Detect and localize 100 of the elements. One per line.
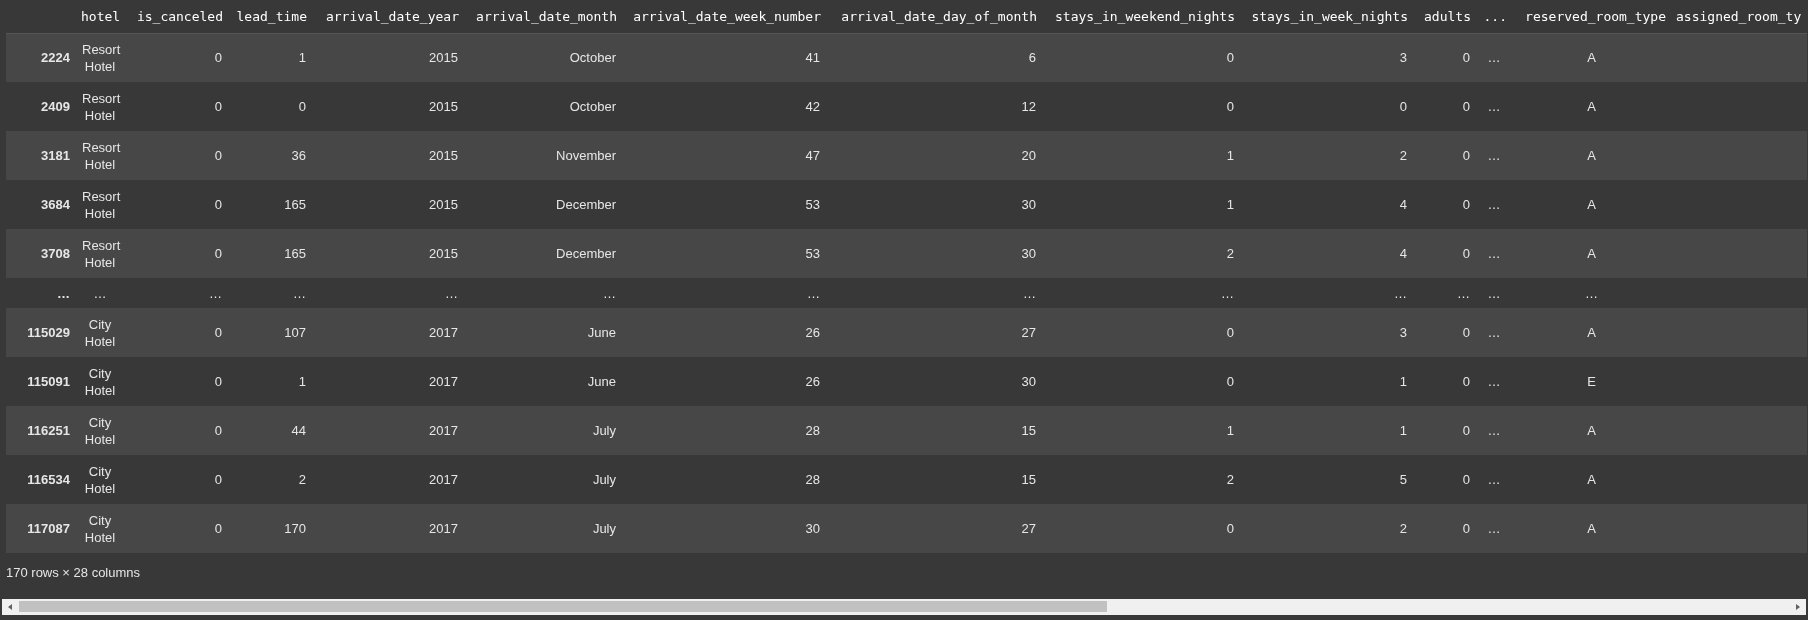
table-cell: … — [1476, 504, 1512, 553]
table-cell: City Hotel — [76, 455, 124, 504]
table-cell: 0 — [124, 229, 228, 278]
table-cell: 4 — [1240, 229, 1413, 278]
table-cell: 53 — [622, 229, 826, 278]
row-index: 115091 — [6, 357, 76, 406]
table-cell: … — [1476, 82, 1512, 131]
table-cell: 0 — [1413, 131, 1476, 180]
table-cell: 0 — [1042, 82, 1240, 131]
table-cell: 36 — [228, 131, 312, 180]
table-cell: 0 — [1413, 229, 1476, 278]
table-cell: 2 — [228, 455, 312, 504]
table-cell: Resort Hotel — [76, 131, 124, 180]
table-cell: 2015 — [312, 180, 464, 229]
table-cell: 2 — [1042, 229, 1240, 278]
table-cell: June — [464, 308, 622, 357]
table-cell: 0 — [124, 357, 228, 406]
table-cell: July — [464, 455, 622, 504]
table-cell: 5 — [1240, 455, 1413, 504]
table-cell: 0 — [1413, 82, 1476, 131]
column-header: stays_in_weekend_nights — [1042, 0, 1240, 33]
table-cell: 20 — [826, 131, 1042, 180]
table-cell: November — [464, 131, 622, 180]
table-cell: … — [1476, 180, 1512, 229]
table-cell: 44 — [228, 406, 312, 455]
column-header: arrival_date_year — [312, 0, 464, 33]
table-cell: 0 — [124, 33, 228, 82]
table-cell: 42 — [622, 82, 826, 131]
table-cell: 170 — [228, 504, 312, 553]
table-cell: 2015 — [312, 229, 464, 278]
table-cell: October — [464, 82, 622, 131]
table-cell: … — [312, 278, 464, 308]
table-cell: A — [1512, 180, 1671, 229]
table-cell: 53 — [622, 180, 826, 229]
table-cell: … — [1476, 455, 1512, 504]
table-cell: … — [124, 278, 228, 308]
table-cell: 26 — [622, 308, 826, 357]
table-cell: 0 — [1042, 357, 1240, 406]
table-cell: 2017 — [312, 504, 464, 553]
table-cell: 2015 — [312, 33, 464, 82]
table-cell: 1 — [228, 357, 312, 406]
table-cell: 26 — [622, 357, 826, 406]
table-cell: 0 — [1413, 406, 1476, 455]
column-header: is_canceled — [124, 0, 228, 33]
table-cell: 2 — [1042, 455, 1240, 504]
table-cell: City Hotel — [76, 308, 124, 357]
table-cell: A — [1512, 406, 1671, 455]
table-cell: … — [1476, 229, 1512, 278]
row-index: 3708 — [6, 229, 76, 278]
table-cell: 4 — [1240, 180, 1413, 229]
column-header: assigned_room_ty — [1671, 0, 1807, 33]
table-cell: Resort Hotel — [76, 229, 124, 278]
table-cell: 165 — [228, 180, 312, 229]
table-cell: 2017 — [312, 357, 464, 406]
table-cell: Resort Hotel — [76, 180, 124, 229]
row-index: 115029 — [6, 308, 76, 357]
table-cell: 2017 — [312, 406, 464, 455]
column-header: stays_in_week_nights — [1240, 0, 1413, 33]
table-cell: 1 — [1042, 180, 1240, 229]
column-header: hotel — [76, 0, 124, 33]
table-cell: 0 — [1042, 504, 1240, 553]
table-cell: 15 — [826, 406, 1042, 455]
table-cell: A — [1512, 131, 1671, 180]
table-cell: 2 — [1240, 131, 1413, 180]
column-header: adults — [1413, 0, 1476, 33]
table-caption: 170 rows × 28 columns — [5, 564, 142, 582]
table-cell: A — [1512, 308, 1671, 357]
table-cell: 28 — [622, 455, 826, 504]
row-index: 117087 — [6, 504, 76, 553]
table-cell: 0 — [1413, 180, 1476, 229]
table-cell: City Hotel — [76, 406, 124, 455]
table-cell: 0 — [124, 455, 228, 504]
table-cell: 0 — [228, 82, 312, 131]
table-cell: 28 — [622, 406, 826, 455]
table-cell: 2017 — [312, 308, 464, 357]
table-cell: … — [76, 278, 124, 308]
table-cell: December — [464, 229, 622, 278]
table-cell: … — [1240, 278, 1413, 308]
table-cell: A — [1512, 504, 1671, 553]
column-header: ... — [1476, 0, 1512, 33]
table-cell: 30 — [826, 229, 1042, 278]
table-cell: 0 — [1413, 455, 1476, 504]
table-cell: 0 — [124, 180, 228, 229]
scrollbar-thumb[interactable] — [19, 601, 1107, 612]
table-cell: E — [1512, 357, 1671, 406]
table-cell: 6 — [826, 33, 1042, 82]
horizontal-scrollbar[interactable] — [2, 598, 1806, 615]
table-cell: City Hotel — [76, 504, 124, 553]
table-cell: 1 — [1042, 131, 1240, 180]
row-index: 116251 — [6, 406, 76, 455]
table-cell: June — [464, 357, 622, 406]
table-cell: 27 — [826, 504, 1042, 553]
table-cell: 41 — [622, 33, 826, 82]
table-cell: A — [1512, 455, 1671, 504]
table-cell: A — [1512, 229, 1671, 278]
table-cell: 12 — [826, 82, 1042, 131]
table-cell: 0 — [1413, 33, 1476, 82]
table-cell: 3 — [1240, 308, 1413, 357]
table-cell: … — [228, 278, 312, 308]
table-cell: 0 — [1042, 33, 1240, 82]
